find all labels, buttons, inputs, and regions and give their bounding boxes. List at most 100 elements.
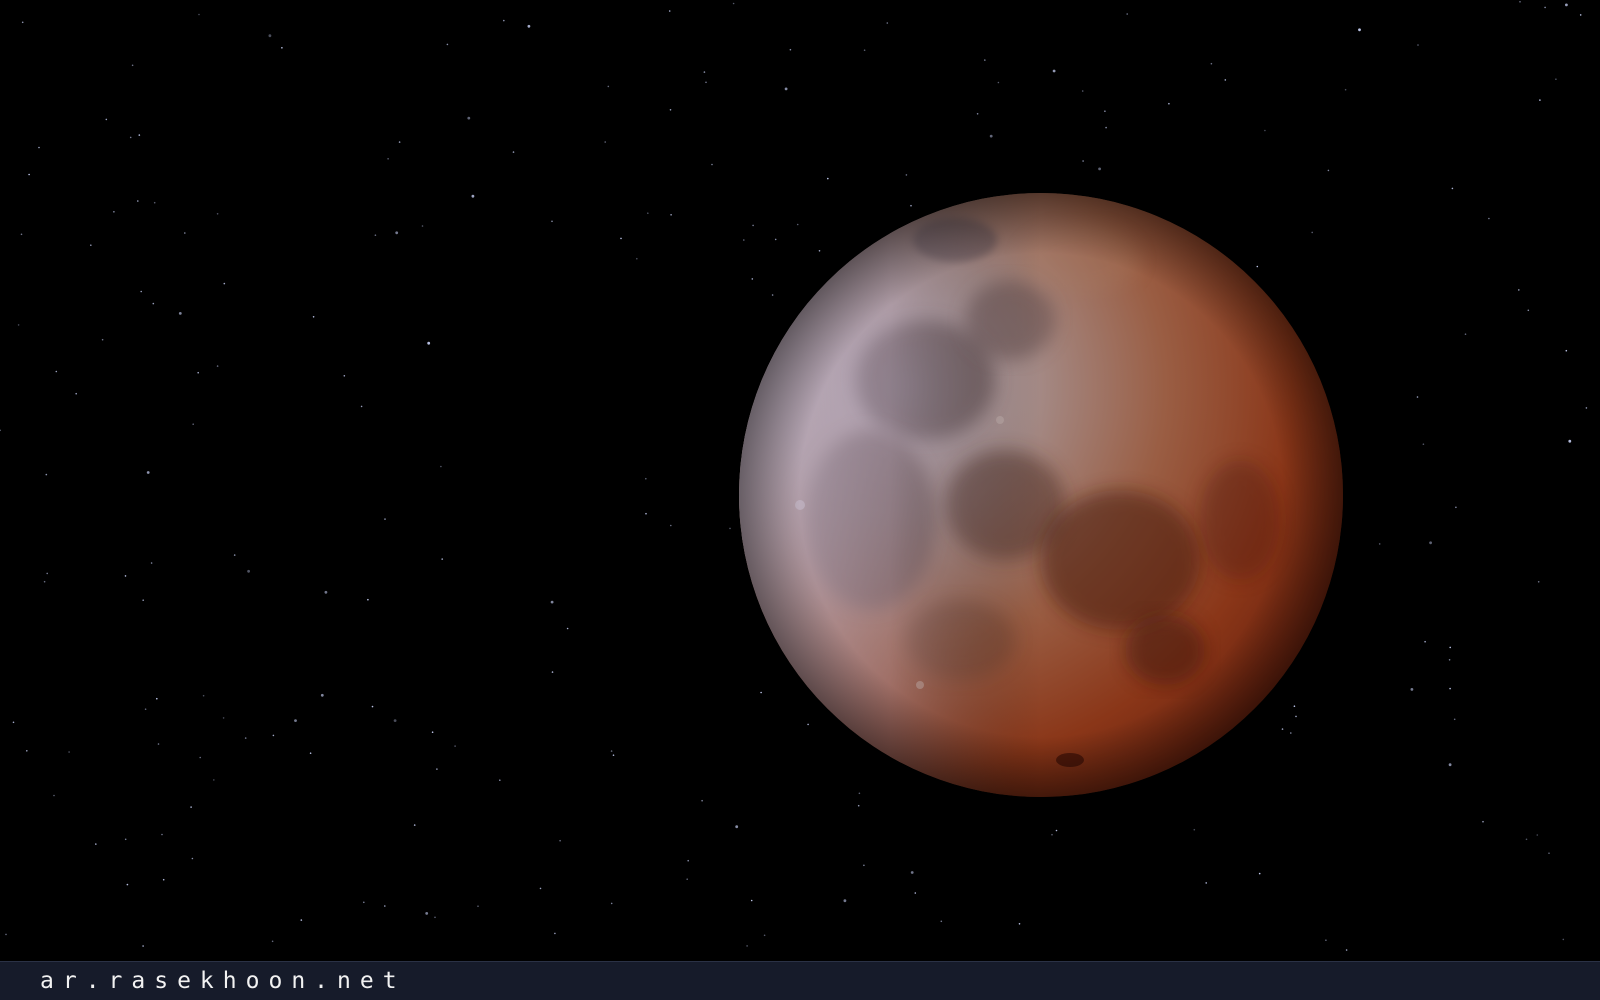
star (1105, 126, 1107, 129)
star (1449, 687, 1451, 690)
star (746, 945, 748, 947)
star (75, 392, 77, 395)
star (503, 19, 505, 22)
star (395, 231, 399, 235)
star (202, 694, 205, 697)
star (743, 239, 745, 241)
star (863, 864, 865, 867)
watermark-bar: ar.rasekhoon.net (0, 961, 1600, 1000)
star (152, 302, 155, 305)
star (645, 512, 647, 515)
star (1579, 14, 1582, 16)
star (1448, 763, 1452, 767)
star (732, 2, 735, 5)
star (1548, 852, 1550, 854)
star (1451, 187, 1454, 190)
star (184, 232, 186, 234)
star (101, 338, 104, 341)
star (384, 518, 386, 520)
star (1258, 872, 1261, 875)
moon (739, 193, 1343, 797)
star (1488, 217, 1490, 220)
star (636, 257, 638, 260)
star (440, 465, 442, 468)
star (566, 627, 569, 630)
star (670, 214, 672, 216)
star (413, 824, 416, 826)
star (247, 569, 251, 573)
star (751, 278, 754, 280)
star (124, 838, 127, 841)
star (735, 825, 739, 829)
star (45, 473, 48, 476)
star (705, 81, 707, 84)
star (105, 118, 108, 121)
star (162, 878, 165, 881)
star (729, 527, 731, 530)
star (905, 174, 908, 176)
star (1544, 6, 1546, 9)
star (425, 912, 429, 915)
star (1422, 443, 1425, 446)
star (610, 902, 613, 905)
star (138, 134, 141, 136)
star (421, 225, 424, 227)
star (28, 173, 30, 176)
star (645, 477, 647, 480)
star (668, 10, 671, 12)
night-sky (0, 0, 1600, 961)
star (763, 934, 766, 937)
star (271, 940, 274, 943)
star (1585, 407, 1588, 409)
star (1325, 939, 1327, 941)
star (157, 743, 160, 745)
star (1527, 309, 1530, 312)
star (604, 141, 606, 143)
star (687, 859, 689, 862)
star (1051, 833, 1053, 836)
star (55, 370, 58, 373)
star (612, 754, 615, 756)
star (131, 64, 134, 67)
star (940, 920, 943, 923)
star (17, 324, 20, 326)
star (752, 224, 754, 227)
star (818, 250, 821, 252)
star (43, 580, 46, 583)
star (1052, 69, 1056, 73)
star (427, 341, 431, 345)
star (129, 136, 132, 139)
star (910, 871, 914, 874)
star (294, 719, 297, 722)
star (1562, 938, 1565, 941)
star (1344, 88, 1347, 91)
star (789, 48, 792, 51)
star (436, 768, 438, 770)
star (1417, 44, 1419, 46)
star (1104, 110, 1106, 112)
star (5, 933, 7, 936)
star (984, 59, 986, 61)
star (1453, 718, 1456, 721)
star (140, 290, 142, 293)
star (1565, 3, 1568, 7)
star (20, 233, 23, 236)
star (1565, 349, 1568, 352)
star (857, 804, 860, 807)
star (499, 779, 501, 781)
star (670, 524, 672, 527)
star (1295, 715, 1297, 718)
star (1210, 62, 1213, 65)
star (1193, 828, 1196, 831)
star (393, 719, 397, 722)
star (1519, 0, 1521, 3)
star (1281, 728, 1284, 730)
star (272, 734, 275, 737)
star (398, 141, 401, 143)
star (281, 47, 283, 49)
star (997, 81, 1000, 84)
star (46, 572, 48, 575)
star (137, 200, 139, 202)
star (477, 905, 479, 907)
star (554, 932, 556, 935)
